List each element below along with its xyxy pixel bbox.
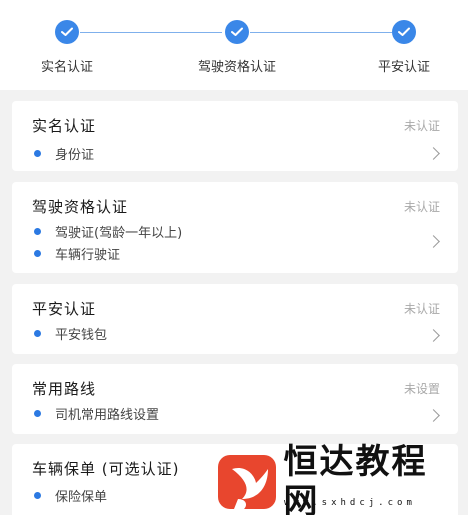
card-title: 驾驶资格认证 — [32, 198, 129, 216]
watermark: 恒达教程网 www.sxhdcj.com — [218, 442, 462, 515]
card-title: 平安认证 — [32, 300, 97, 318]
list-item: 身份证 — [34, 144, 94, 163]
blue-dot-icon — [34, 410, 41, 417]
list-item: 保险保单 — [34, 486, 107, 505]
status-text: 未认证 — [403, 302, 440, 316]
card-common-routes[interactable]: 常用路线 未设置 司机常用路线设置 — [12, 364, 458, 434]
check-circle-icon — [225, 20, 249, 44]
card-pingan-verification[interactable]: 平安认证 未认证 平安钱包 — [12, 284, 458, 354]
list-item: 车辆行驶证 — [34, 244, 120, 263]
chevron-right-icon[interactable] — [427, 329, 440, 342]
card-real-name-verification[interactable]: 实名认证 未认证 身份证 — [12, 101, 458, 171]
step-real-name[interactable]: 实名认证 — [2, 20, 132, 75]
watermark-logo-icon — [218, 455, 276, 509]
chevron-right-icon[interactable] — [427, 409, 440, 422]
status-text: 未认证 — [403, 119, 440, 133]
blue-dot-icon — [34, 330, 41, 337]
blue-dot-icon — [34, 492, 41, 499]
chevron-right-icon[interactable] — [427, 235, 440, 248]
item-label: 保险保单 — [55, 490, 108, 505]
list-item: 驾驶证(驾龄一年以上) — [34, 222, 182, 241]
status-text: 未认证 — [403, 200, 440, 214]
item-label: 身份证 — [55, 148, 95, 163]
item-label: 平安钱包 — [55, 328, 108, 343]
list-item: 司机常用路线设置 — [34, 404, 159, 423]
check-circle-icon — [55, 20, 79, 44]
card-title: 实名认证 — [32, 117, 97, 135]
step-label: 平安认证 — [377, 60, 430, 75]
status-text: 未设置 — [403, 382, 440, 396]
blue-dot-icon — [34, 150, 41, 157]
step-label: 驾驶资格认证 — [197, 60, 276, 75]
card-driving-qualification[interactable]: 驾驶资格认证 未认证 驾驶证(驾龄一年以上) 车辆行驶证 — [12, 182, 458, 273]
item-label: 司机常用路线设置 — [55, 408, 160, 423]
step-pingan[interactable]: 平安认证 — [339, 20, 468, 75]
chevron-right-icon[interactable] — [427, 147, 440, 160]
item-label: 驾驶证(驾龄一年以上) — [55, 226, 183, 241]
check-circle-icon — [392, 20, 416, 44]
list-item: 平安钱包 — [34, 324, 107, 343]
blue-dot-icon — [34, 228, 41, 235]
verification-stepper: 实名认证 驾驶资格认证 平安认证 — [0, 0, 468, 90]
step-label: 实名认证 — [40, 60, 93, 75]
watermark-url: www.sxhdcj.com — [284, 498, 416, 508]
blue-dot-icon — [34, 250, 41, 257]
step-driving-qualification[interactable]: 驾驶资格认证 — [172, 20, 302, 75]
card-title: 常用路线 — [32, 380, 97, 398]
card-title: 车辆保单 (可选认证) — [32, 460, 180, 478]
item-label: 车辆行驶证 — [55, 248, 121, 263]
